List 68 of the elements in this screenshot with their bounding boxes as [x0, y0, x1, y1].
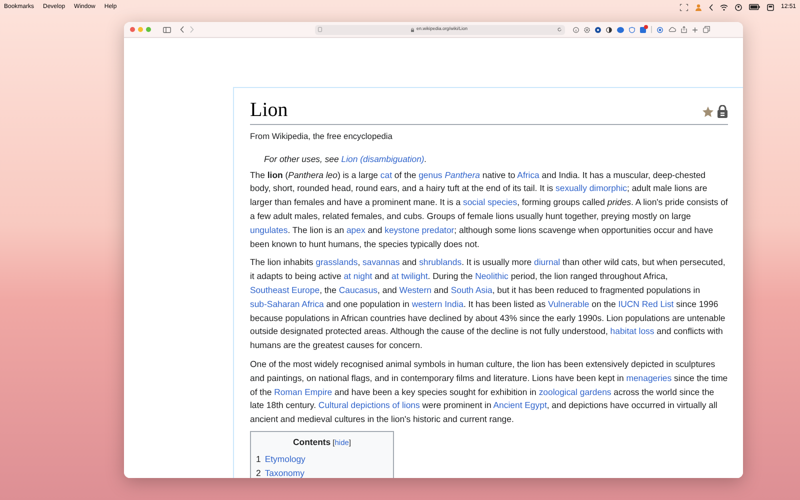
link[interactable]: Africa — [517, 170, 540, 180]
user-circle-icon[interactable] — [734, 4, 742, 10]
link[interactable]: zoological gardens — [538, 386, 612, 397]
contents-number: 1 — [256, 453, 261, 466]
link[interactable]: IUCN Red List — [618, 298, 674, 309]
link[interactable]: menageries — [626, 372, 672, 383]
star-icon[interactable] — [702, 106, 714, 118]
tabs-icon[interactable] — [703, 26, 710, 33]
link[interactable]: ungulates — [250, 224, 288, 235]
reload-icon[interactable] — [557, 27, 562, 32]
link[interactable]: social species — [462, 197, 518, 208]
toggle-icon[interactable] — [766, 4, 774, 10]
extension-icon[interactable] — [640, 26, 646, 32]
plus-icon[interactable] — [692, 26, 698, 32]
back-icon[interactable] — [180, 26, 184, 33]
link[interactable]: Ancient Egypt — [493, 400, 547, 410]
link[interactable]: savannas — [362, 257, 400, 268]
link[interactable]: grasslands — [316, 257, 358, 268]
page-icon — [318, 27, 322, 32]
link[interactable]: sub-Saharan Africa — [250, 298, 324, 309]
article-paragraph: The lion inhabits grasslands, savannas and shrublands. It is usually more diurnal than other wild cats, but when persecuted, it adapts to being active at night and at twilight. During the Neolithic period, the lion ranged throughout Africa, Southeast Europe, the Caucasus, and Western and South Asia, but it has been reduced to fragmented populations in sub-Saharan Africa and one population in western India. It has been listed as Vulnerable on the IUCN Red List since 1996 because populations in African countries have declined by about 43% since the early 1990s. Lion populations are untenable outside designated protected areas. Although the cause of the decline is not fully understood, habitat loss and conflicts with humans are the greatest causes for concern. — [250, 256, 726, 352]
wifi-icon[interactable] — [720, 4, 728, 10]
share-icon[interactable] — [681, 26, 687, 33]
link[interactable]: shrublands — [419, 257, 462, 268]
article-paragraph: One of the most widely recognised animal symbols in human culture, the lion has been extensively depicted in sculptures and paintings, on national flags, and in contemporary films and literature. Lions have been kept in menageries since the time of the Roman Empire and have been a key species sought for exhibition in zoological gardens across the world since the late 18th century. Cultural depictions of lions were prominent in Ancient Egypt, and depictions have occurred in virtually all ancient and medieval cultures in the lion's historic and current range. — [250, 358, 728, 426]
extension-icon[interactable] — [595, 26, 601, 32]
link[interactable]: apex — [346, 224, 366, 235]
link[interactable]: cat — [380, 170, 392, 180]
screen-capture-icon[interactable] — [680, 4, 688, 10]
cloud-icon[interactable] — [668, 27, 676, 32]
contents-link[interactable]: Etymology — [264, 452, 306, 466]
lock-icon — [411, 28, 414, 32]
link[interactable]: Southeast Europe — [250, 285, 320, 296]
link[interactable]: at night — [344, 271, 372, 282]
hatnote: For other uses, see Lion (disambiguation). — [264, 152, 428, 166]
battery-icon[interactable] — [748, 4, 760, 10]
contents-link[interactable]: Taxonomy — [264, 466, 304, 478]
link[interactable]: sexually dimorphic — [556, 183, 628, 194]
sidebar-icon[interactable] — [163, 26, 171, 32]
article-paragraph: The lion (Panthera leo) is a large cat of the genus Panthera native to Africa and India. It has a muscular, deep-chested body, short, rounded head, round ears, and a hairy tuft at the end of its tail. It is sexually dimorphic; adult male lions are larger than females and have a prominent mane. It is a social species, forming groups called prides. A lion's pride consists of a few adult males, related females, and cubs. Groups of female lions usually hunt together, preying mostly on large ungulates. The lion is an apex and keystone predator; although some lions scavenge when opportunities occur and have been known to hunt humans, the species typically does not. — [250, 168, 728, 251]
close-button[interactable] — [130, 27, 135, 32]
link[interactable]: diurnal — [534, 257, 560, 268]
shield-icon[interactable] — [629, 26, 635, 32]
link[interactable]: South Asia — [450, 285, 492, 296]
contrast-icon[interactable] — [606, 26, 612, 32]
link[interactable]: Neolithic — [475, 271, 508, 282]
contents-title: Contents — [292, 436, 331, 449]
link[interactable]: western India — [412, 298, 464, 309]
link[interactable]: Cultural depictions of lions — [318, 400, 420, 410]
link[interactable]: Vulnerable — [548, 298, 590, 309]
tagline: From Wikipedia, the free encyclopedia — [250, 130, 394, 143]
contents-number: 2 — [256, 467, 261, 478]
lock-icon[interactable] — [717, 105, 728, 118]
info-icon[interactable] — [573, 26, 579, 32]
link[interactable]: Caucasus — [338, 285, 378, 296]
link[interactable]: keystone predator — [384, 224, 454, 235]
link[interactable]: Western — [399, 285, 432, 296]
link[interactable]: genus — [418, 170, 445, 180]
link[interactable]: Panthera — [444, 170, 480, 180]
extension-icon[interactable] — [657, 26, 663, 32]
gear-icon[interactable] — [584, 26, 590, 32]
link[interactable]: at twilight — [392, 271, 428, 282]
chevron-left-icon[interactable] — [708, 4, 713, 10]
article-title: Lion — [250, 98, 288, 122]
link[interactable]: Lion (disambiguation) — [341, 154, 424, 164]
extension-icon[interactable] — [617, 26, 624, 32]
link[interactable]: Roman Empire — [274, 386, 332, 397]
link[interactable]: habitat loss — [610, 326, 654, 336]
